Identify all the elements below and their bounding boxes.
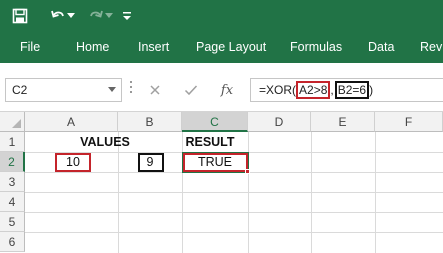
select-all-button[interactable] — [0, 112, 25, 132]
gridline — [25, 192, 443, 193]
check-icon[interactable] — [180, 79, 202, 101]
row-header-3[interactable]: 3 — [0, 172, 25, 192]
formula-prefix: =XOR( — [259, 83, 297, 97]
undo-icon[interactable] — [48, 6, 68, 26]
tab-data[interactable]: Data — [368, 40, 394, 54]
b2-reference-highlight — [138, 153, 164, 172]
name-box-dropdown-icon[interactable] — [108, 87, 116, 92]
column-header-c[interactable]: C — [182, 112, 248, 132]
formula-separator: , — [330, 83, 334, 97]
column-header-a[interactable]: A — [25, 112, 118, 132]
tab-review[interactable]: Revi — [420, 40, 443, 54]
row-header-5[interactable]: 5 — [0, 212, 25, 232]
ribbon-tabs: File Home Insert Page Layout Formulas Da… — [0, 33, 443, 63]
row-header-6[interactable]: 6 — [0, 232, 25, 252]
name-box-value: C2 — [12, 83, 28, 97]
tab-home[interactable]: Home — [76, 40, 109, 54]
name-box[interactable]: C2 — [5, 78, 122, 102]
cell-c1-result-label[interactable]: RESULT — [170, 132, 250, 152]
gridline — [25, 212, 443, 213]
row-header-4[interactable]: 4 — [0, 192, 25, 212]
formula-arg-1: A2>8 — [296, 81, 331, 99]
tab-insert[interactable]: Insert — [138, 40, 169, 54]
tab-formulas[interactable]: Formulas — [290, 40, 342, 54]
a2-reference-highlight — [55, 153, 91, 172]
worksheet-grid[interactable]: A B C D E F 1 2 3 4 5 6 VALUES RESULT 10… — [0, 112, 443, 253]
formula-bar-row: C2 fx =XOR(A2>8, B2=6) — [0, 63, 443, 112]
fill-handle[interactable] — [245, 169, 250, 174]
cell-a1-values-label[interactable]: VALUES — [60, 132, 150, 152]
row-header-2[interactable]: 2 — [0, 152, 25, 172]
customize-toolbar-icon[interactable] — [121, 6, 133, 26]
formula-suffix: ) — [369, 83, 374, 97]
column-header-d[interactable]: D — [248, 112, 311, 132]
formula-input[interactable]: =XOR(A2>8, B2=6) — [250, 78, 443, 102]
formula-bar-splitter[interactable] — [130, 81, 133, 97]
column-header-b[interactable]: B — [118, 112, 182, 132]
cancel-icon[interactable] — [144, 79, 166, 101]
column-header-f[interactable]: F — [375, 112, 443, 132]
tab-page-layout[interactable]: Page Layout — [196, 40, 266, 54]
redo-icon[interactable] — [86, 6, 106, 26]
save-icon[interactable] — [10, 6, 30, 26]
column-header-e[interactable]: E — [311, 112, 375, 132]
title-bar — [0, 0, 443, 33]
undo-dropdown-icon[interactable] — [66, 6, 76, 26]
row-header-1[interactable]: 1 — [0, 132, 25, 152]
c2-result-highlight — [183, 153, 248, 172]
formula-text: =XOR(A2>8, B2=6) — [259, 81, 374, 99]
tab-file[interactable]: File — [20, 40, 40, 54]
insert-function-icon[interactable]: fx — [216, 79, 238, 101]
gridline — [25, 232, 443, 233]
formula-arg-2: B2=6 — [334, 81, 370, 99]
redo-dropdown-icon[interactable] — [104, 6, 114, 26]
